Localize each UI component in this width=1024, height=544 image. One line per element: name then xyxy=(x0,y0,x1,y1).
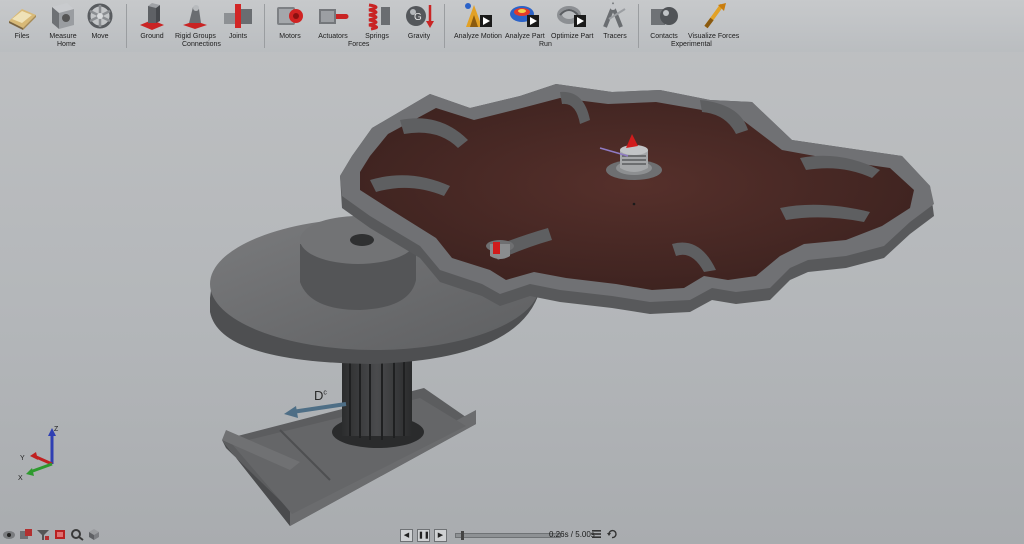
dimension-label: Dc xyxy=(314,388,327,403)
timeline-slider[interactable] xyxy=(455,531,561,540)
filter-icon[interactable] xyxy=(36,528,50,541)
support-column xyxy=(332,356,424,448)
y-axis-arrow xyxy=(30,452,38,460)
playback-controls: ◀ ❚❚ ▶ xyxy=(400,529,561,542)
view-cube-icon[interactable] xyxy=(87,528,101,541)
forward-button[interactable]: ▶ xyxy=(434,529,447,542)
zoom-icon[interactable] xyxy=(70,528,84,541)
model-viewport[interactable]: Dc Z Y X xyxy=(0,52,1024,528)
view-tools xyxy=(2,528,101,541)
timeline-thumb[interactable] xyxy=(461,531,464,540)
model-scene xyxy=(210,84,934,526)
menu-icon[interactable] xyxy=(592,529,601,539)
y-axis-label: Y xyxy=(20,455,25,462)
axis-triad[interactable]: Z Y X xyxy=(14,420,66,482)
section-cut-icon[interactable] xyxy=(53,528,67,541)
pause-button[interactable]: ❚❚ xyxy=(417,529,430,542)
x-axis-label: X xyxy=(18,475,23,482)
view-eye-icon[interactable] xyxy=(2,528,16,541)
rewind-button[interactable]: ◀ xyxy=(400,529,413,542)
display-mode-icon[interactable] xyxy=(19,528,33,541)
z-axis-label: Z xyxy=(54,426,59,433)
time-readout: 0.26s / 5.00s xyxy=(549,530,595,539)
x-axis-arrow xyxy=(26,468,34,476)
loop-icon[interactable] xyxy=(606,528,618,540)
x-axis xyxy=(29,462,53,474)
status-bar: ◀ ❚❚ ▶ 0.26s / 5.00s xyxy=(0,526,1024,544)
